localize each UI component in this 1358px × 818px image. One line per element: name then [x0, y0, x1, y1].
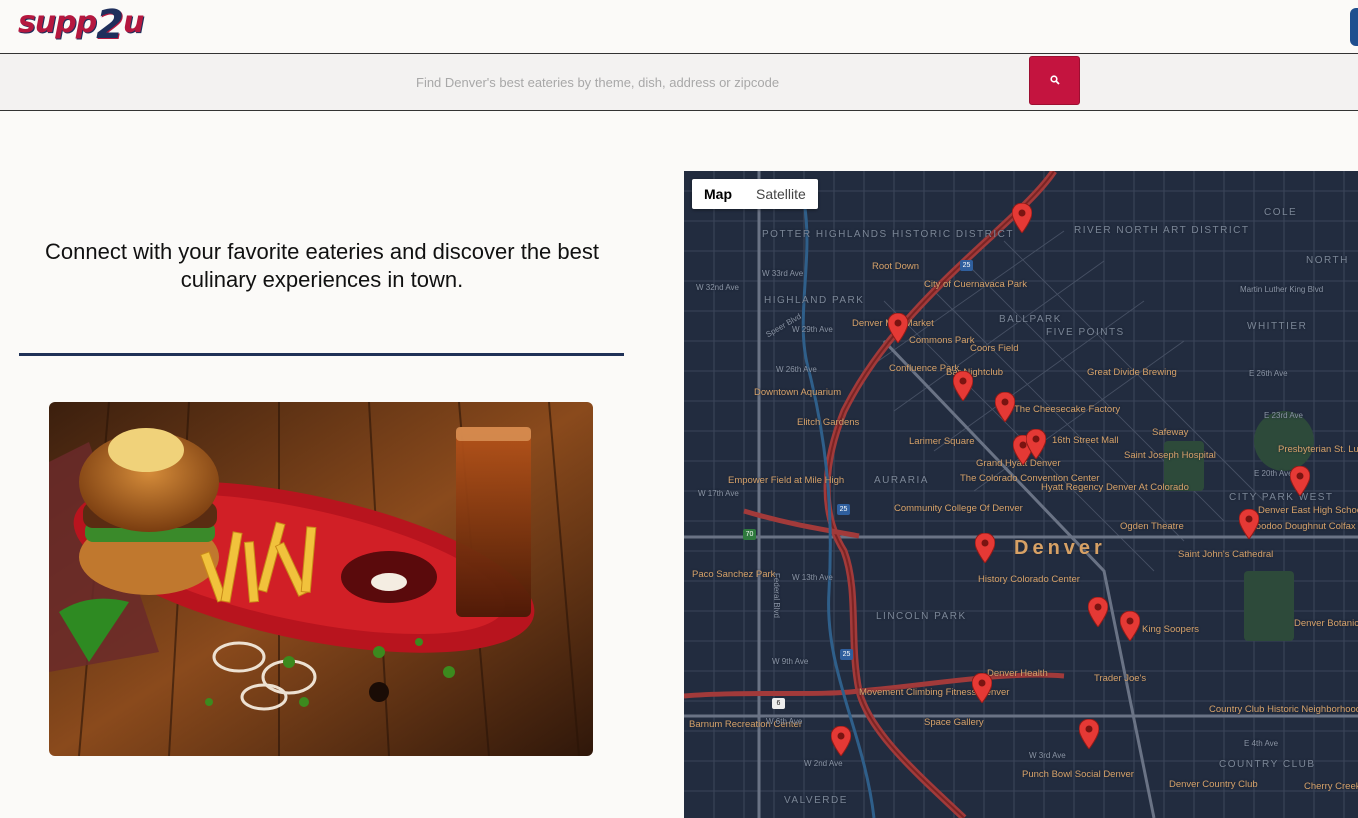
map-type-map[interactable]: Map [692, 179, 744, 209]
map-street-label: W 29th Ave [792, 325, 833, 334]
map-place-label: City of Cuernavaca Park [924, 279, 1027, 290]
restaurant-pin[interactable] [971, 672, 993, 704]
restaurant-pin[interactable] [1289, 465, 1311, 497]
map-place-label: Downtown Aquarium [754, 387, 842, 398]
restaurant-pin[interactable] [1238, 508, 1260, 540]
restaurant-pin[interactable] [1087, 596, 1109, 628]
map-street-label: Federal Blvd [771, 573, 781, 618]
map-label-neighborhood: COLE [1264, 207, 1298, 218]
map-place-label: Denver Botanic Gardens [1294, 618, 1358, 629]
map-street-label: W 13th Ave [792, 573, 833, 582]
map-street-label: W 32nd Ave [696, 283, 739, 292]
section-divider [19, 353, 624, 356]
map-street-label: Martin Luther King Blvd [1240, 285, 1324, 294]
map-place-label: Great Divide Brewing [1087, 367, 1177, 378]
restaurant-pin[interactable] [1119, 610, 1141, 642]
map-street-label: W 26th Ave [776, 365, 817, 374]
map-label-neighborhood: BALLPARK [999, 314, 1062, 325]
map-street-label: W 9th Ave [772, 657, 809, 666]
map-street-label: W 33rd Ave [762, 269, 804, 278]
highway-shield: 25 [840, 649, 853, 660]
map-label-neighborhood: FIVE POINTS [1046, 327, 1125, 338]
map-place-label: Denver Health [987, 668, 1048, 679]
map-street-label: E 4th Ave [1244, 739, 1279, 748]
map-place-label: Elitch Gardens [797, 417, 860, 428]
map-label-neighborhood: LINCOLN PARK [876, 611, 967, 622]
map-place-label: Commons Park [909, 335, 975, 346]
menu-toggle[interactable] [1350, 8, 1358, 46]
map-place-label: Trader Joe's [1094, 673, 1147, 684]
restaurant-pin[interactable] [830, 725, 852, 757]
map-street-label: W 6th Ave [766, 717, 803, 726]
map-place-label: Saint Joseph Hospital [1124, 450, 1216, 461]
search-button[interactable] [1029, 56, 1080, 105]
map-label-neighborhood: POTTER HIGHLANDS HISTORIC DISTRICT [762, 229, 1014, 240]
map-label-neighborhood: CITY PARK WEST [1229, 492, 1334, 503]
map-place-label: Presbyterian St. Luke's Medical Center [1278, 444, 1358, 455]
highway-shield: 6 [772, 698, 785, 709]
highway-shield: 70 [743, 529, 756, 540]
map-place-label: History Colorado Center [978, 574, 1080, 585]
restaurant-pin[interactable] [974, 532, 996, 564]
search-input[interactable] [410, 68, 1020, 96]
restaurant-pin[interactable] [994, 391, 1016, 423]
map-place-label: Community College Of Denver [894, 503, 1023, 514]
map-place-label: Coors Field [970, 343, 1019, 354]
restaurant-pin[interactable] [887, 312, 909, 344]
restaurant-pin[interactable] [952, 370, 974, 402]
map-place-label: Denver East High School [1258, 505, 1358, 516]
map-place-label: Space Gallery [924, 717, 984, 728]
restaurant-pin[interactable] [1025, 428, 1047, 460]
search-bar [0, 54, 1358, 111]
map-street-label: W 17th Ave [698, 489, 739, 498]
search-icon [1050, 75, 1060, 85]
map-label-neighborhood: NORTH [1306, 255, 1349, 266]
map-place-label: The Cheesecake Factory [1014, 404, 1121, 415]
map-street-label: W 2nd Ave [804, 759, 843, 768]
map-street-label: E 20th Ave [1254, 469, 1293, 478]
map-label-neighborhood: RIVER NORTH ART DISTRICT [1074, 225, 1250, 236]
map-place-label: Ogden Theatre [1120, 521, 1184, 532]
food-photo [49, 402, 593, 756]
map-label-neighborhood: COUNTRY CLUB [1219, 759, 1316, 770]
map-place-label: King Soopers [1142, 624, 1200, 635]
map-city-label: Denver [1014, 537, 1106, 559]
map-place-label: Cherry Creek Shopping Center [1304, 781, 1358, 792]
restaurant-pin[interactable] [1078, 718, 1100, 750]
map-place-label: Punch Bowl Social Denver [1022, 769, 1134, 780]
map-place-label: The Colorado Convention Center [960, 473, 1100, 484]
map-place-label: Safeway [1152, 427, 1189, 438]
map-place-label: 16th Street Mall [1052, 435, 1119, 446]
map-type-satellite[interactable]: Satellite [744, 179, 818, 209]
map-place-label: Denver Country Club [1169, 779, 1258, 790]
map-label-neighborhood: HIGHLAND PARK [764, 295, 865, 306]
hero-tagline: Connect with your favorite eateries and … [45, 239, 599, 292]
map-type-toggle: Map Satellite [692, 179, 818, 209]
restaurant-pin[interactable] [1011, 202, 1033, 234]
highway-shield: 25 [837, 504, 850, 515]
highway-shield: 25 [960, 260, 973, 271]
map-place-label: Saint John's Cathedral [1178, 549, 1274, 560]
map-place-label: Paco Sanchez Park [692, 569, 776, 580]
map-place-label: Country Club Historic Neighborhood [1209, 704, 1358, 715]
map-label-neighborhood: WHITTIER [1247, 321, 1308, 332]
restaurant-map[interactable]: Map Satellite POTTER HIGHLANDS HISTORIC … [684, 171, 1358, 818]
map-place-label: Voodoo Doughnut Colfax [1250, 521, 1356, 532]
map-place-label: Root Down [872, 261, 919, 272]
map-street-label: W 3rd Ave [1029, 751, 1066, 760]
map-label-neighborhood: AURARIA [874, 475, 929, 486]
site-logo[interactable]: supp2u [18, 2, 144, 48]
map-place-label: Empower Field at Mile High [728, 475, 845, 486]
map-place-label: Larimer Square [909, 436, 975, 447]
map-label-neighborhood: VALVERDE [784, 795, 848, 806]
site-header: supp2u [0, 0, 1358, 54]
map-street-label: E 26th Ave [1249, 369, 1288, 378]
map-street-label: E 23rd Ave [1264, 411, 1303, 420]
